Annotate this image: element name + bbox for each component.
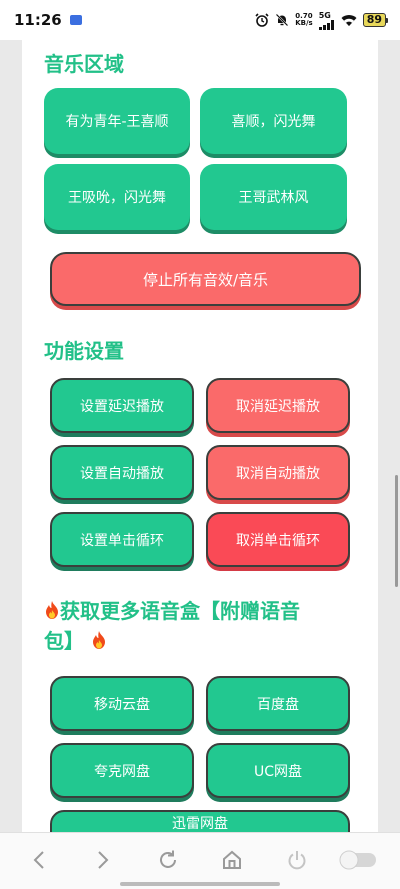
home-icon (223, 850, 241, 869)
stop-all-button[interactable]: 停止所有音效/音乐 (50, 252, 361, 306)
network-speed-unit: KB/s (295, 19, 313, 27)
set-delay-play-button[interactable]: 设置延迟播放 (50, 378, 194, 433)
chevron-right-icon (98, 851, 109, 869)
cancel-delay-play-button[interactable]: 取消延迟播放 (206, 378, 350, 433)
browser-bottom-nav (0, 832, 400, 889)
back-button[interactable] (26, 847, 52, 873)
forward-button[interactable] (90, 847, 116, 873)
set-click-loop-button[interactable]: 设置单击循环 (50, 512, 194, 567)
power-icon (288, 851, 306, 870)
notification-app-icon (69, 15, 82, 25)
refresh-icon (160, 850, 176, 868)
mode-toggle[interactable] (338, 847, 378, 873)
refresh-button[interactable] (155, 847, 181, 873)
scrollbar[interactable] (395, 475, 398, 587)
music-button-wangxishun-dance[interactable]: 王吸吮，闪光舞 (44, 164, 190, 230)
music-section-title: 音乐区域 (44, 52, 124, 76)
home-button[interactable] (219, 847, 245, 873)
settings-section-title: 功能设置 (44, 339, 124, 363)
status-icons: 0.70 KB/s 5G 89 (255, 11, 388, 30)
music-button-youwei[interactable]: 有为青年-王喜顺 (44, 88, 190, 154)
cloud-link-quark[interactable]: 夸克网盘 (50, 743, 194, 798)
music-button-xishun-dance[interactable]: 喜顺，闪光舞 (200, 88, 347, 154)
cloud-link-mobile[interactable]: 移动云盘 (50, 676, 194, 731)
chevron-left-icon (33, 851, 44, 869)
more-section-title: 获取更多语音盒【附赠语音 包】 (44, 596, 364, 656)
cloud-link-baidu[interactable]: 百度盘 (206, 676, 350, 731)
battery-icon: 89 (362, 13, 388, 27)
cloud-link-xunlei[interactable]: 迅雷网盘 (50, 810, 350, 832)
status-bar: 11:26 0.70 KB/s 5G 89 (0, 0, 400, 40)
wifi-icon (341, 14, 357, 26)
fire-icon (44, 598, 60, 619)
network-type: 5G (318, 10, 331, 20)
main-content[interactable]: 音乐区域 有为青年-王喜顺 喜顺，闪光舞 王吸吮，闪光舞 王哥武林风 停止所有音… (22, 40, 378, 832)
set-auto-play-button[interactable]: 设置自动播放 (50, 445, 194, 500)
power-button[interactable] (284, 847, 310, 873)
more-title-line2: 包】 (44, 629, 84, 653)
cancel-click-loop-button[interactable]: 取消单击循环 (206, 512, 350, 567)
alarm-icon (255, 13, 269, 27)
cloud-link-uc[interactable]: UC网盘 (206, 743, 350, 798)
home-indicator (120, 882, 280, 886)
battery-level: 89 (362, 13, 386, 27)
fire-icon (91, 628, 107, 649)
status-time: 11:26 (14, 11, 62, 29)
network-speed: 0.70 KB/s (295, 13, 312, 27)
music-button-wangge[interactable]: 王哥武林风 (200, 164, 347, 230)
cancel-auto-play-button[interactable]: 取消自动播放 (206, 445, 350, 500)
more-title-line1: 获取更多语音盒【附赠语音 (60, 599, 300, 623)
toggle-switch-icon (339, 850, 376, 870)
signal-icon (318, 19, 334, 30)
mute-icon (275, 13, 289, 27)
